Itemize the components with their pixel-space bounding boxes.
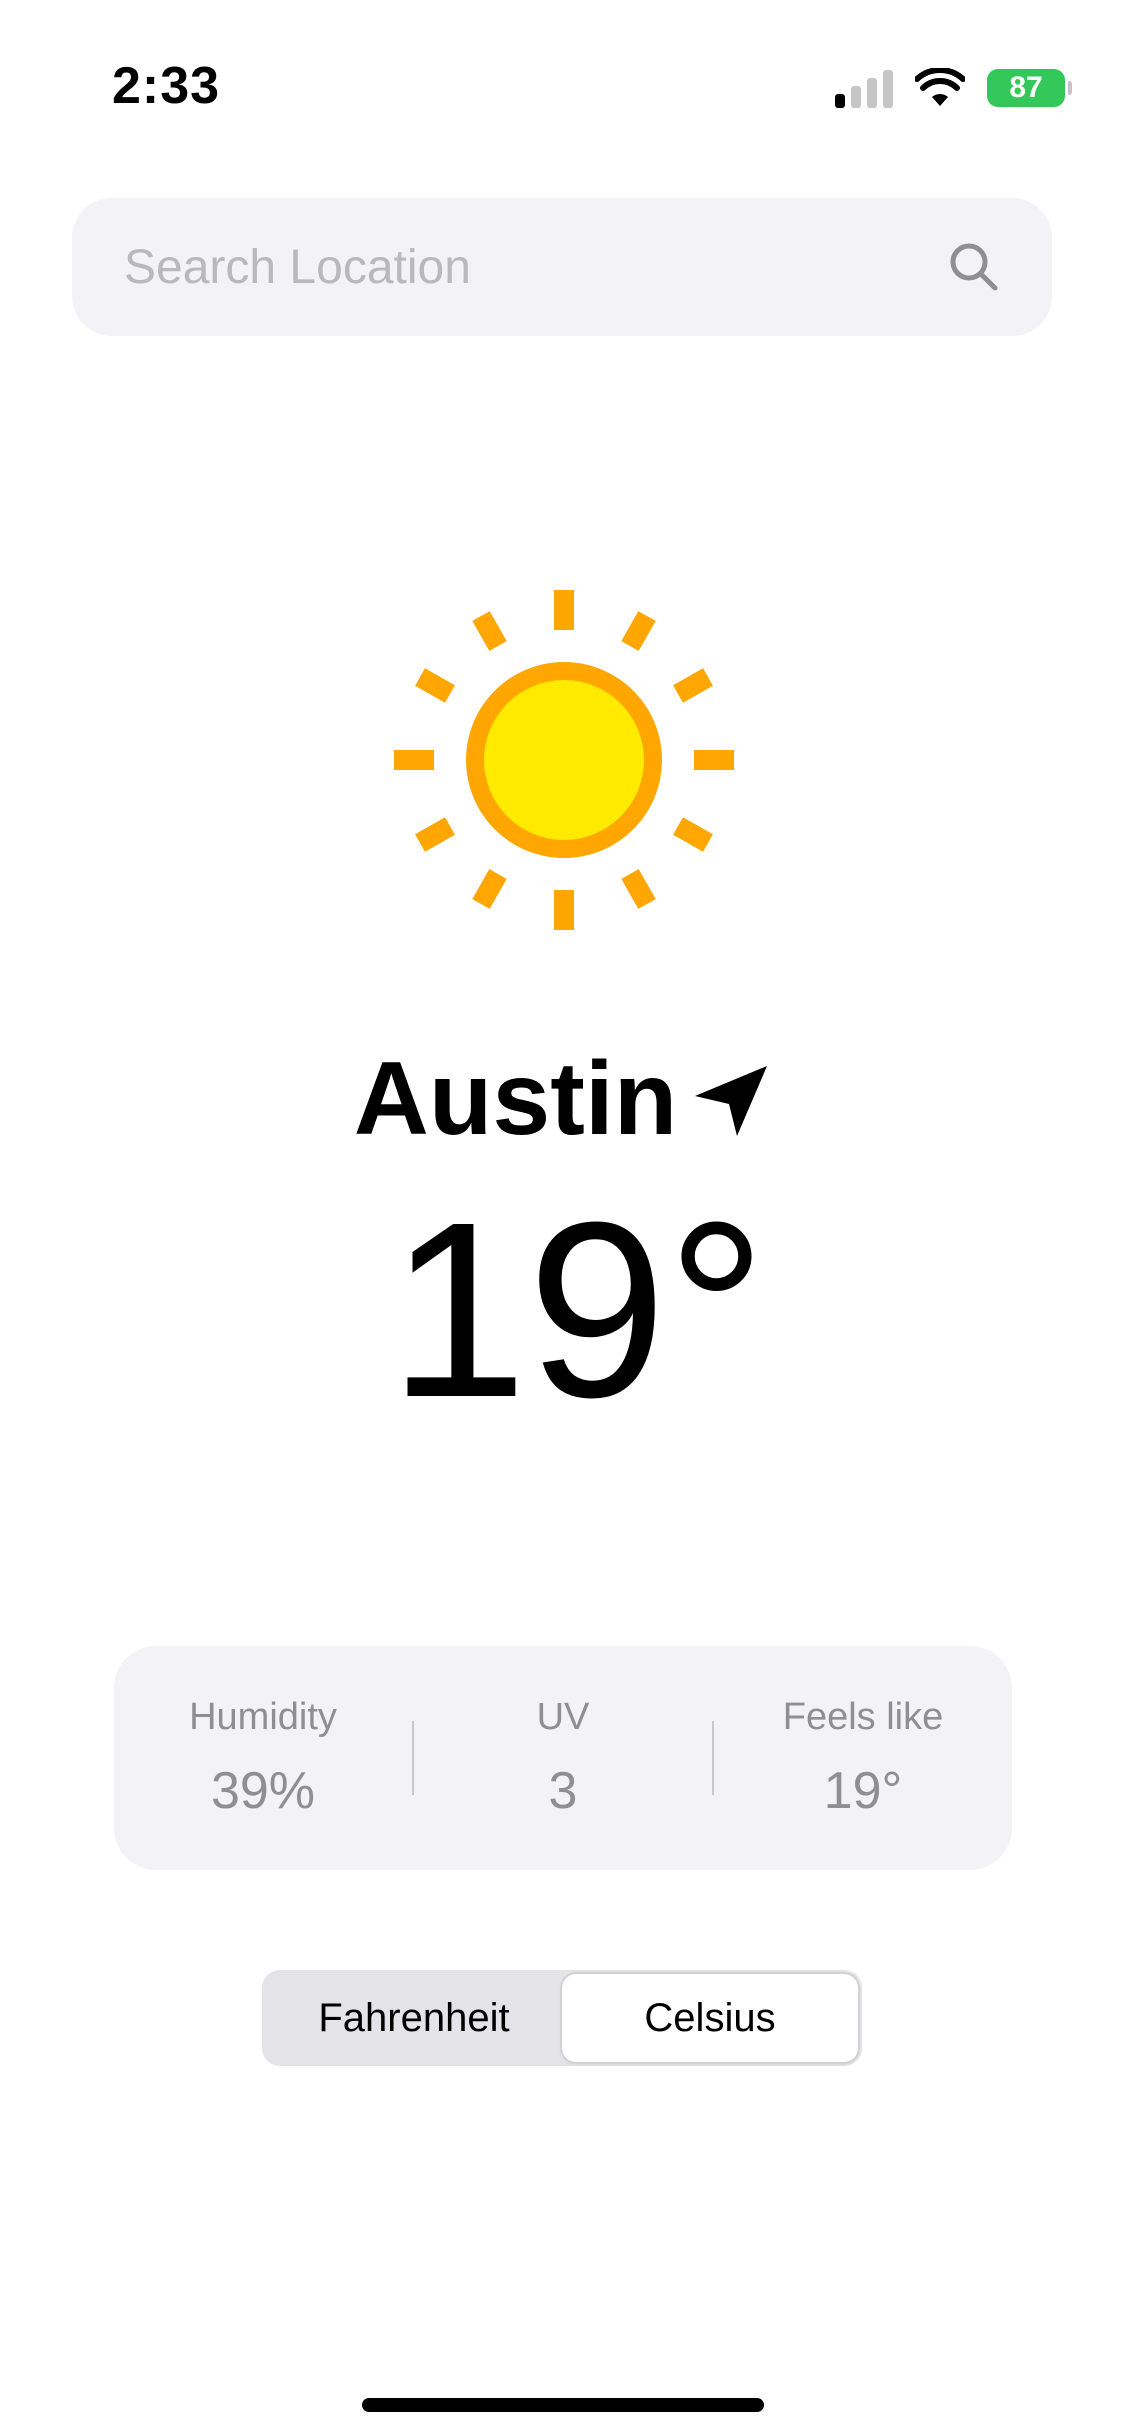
feels-like-value: 19°	[823, 1761, 903, 1820]
sun-icon	[394, 590, 734, 930]
cellular-signal-icon	[835, 68, 893, 108]
battery-level: 87	[1009, 71, 1043, 104]
weather-screen: 2:33 87 Search Location Austin 19° Humid…	[0, 0, 1125, 2436]
uv-value: 3	[548, 1761, 578, 1820]
current-temperature: 19°	[388, 1170, 767, 1449]
location-arrow-icon	[695, 1065, 768, 1136]
search-bar[interactable]	[72, 198, 1052, 336]
city-name: Austin	[353, 1041, 678, 1157]
home-indicator[interactable]	[362, 2398, 764, 2412]
uv-stat: UV 3	[414, 1696, 712, 1821]
wifi-icon	[915, 68, 965, 106]
battery-icon: 87	[987, 69, 1072, 107]
humidity-label: Humidity	[189, 1695, 337, 1738]
feels-like-stat: Feels like 19°	[714, 1696, 1012, 1821]
search-input[interactable]	[122, 238, 946, 296]
uv-label: UV	[536, 1695, 590, 1738]
search-icon[interactable]	[946, 239, 1002, 295]
status-time: 2:33	[112, 57, 221, 115]
humidity-stat: Humidity 39%	[114, 1696, 412, 1821]
status-icons: 87	[835, 66, 1072, 110]
celsius-option[interactable]: Celsius	[562, 1974, 858, 2062]
feels-like-label: Feels like	[782, 1695, 944, 1738]
weather-stats-card: Humidity 39% UV 3 Feels like 19°	[114, 1646, 1012, 1870]
fahrenheit-option[interactable]: Fahrenheit	[266, 1974, 562, 2062]
location-header: Austin	[0, 1040, 1125, 1159]
humidity-value: 39%	[210, 1761, 316, 1820]
unit-segmented-control: Fahrenheit Celsius	[262, 1970, 862, 2066]
